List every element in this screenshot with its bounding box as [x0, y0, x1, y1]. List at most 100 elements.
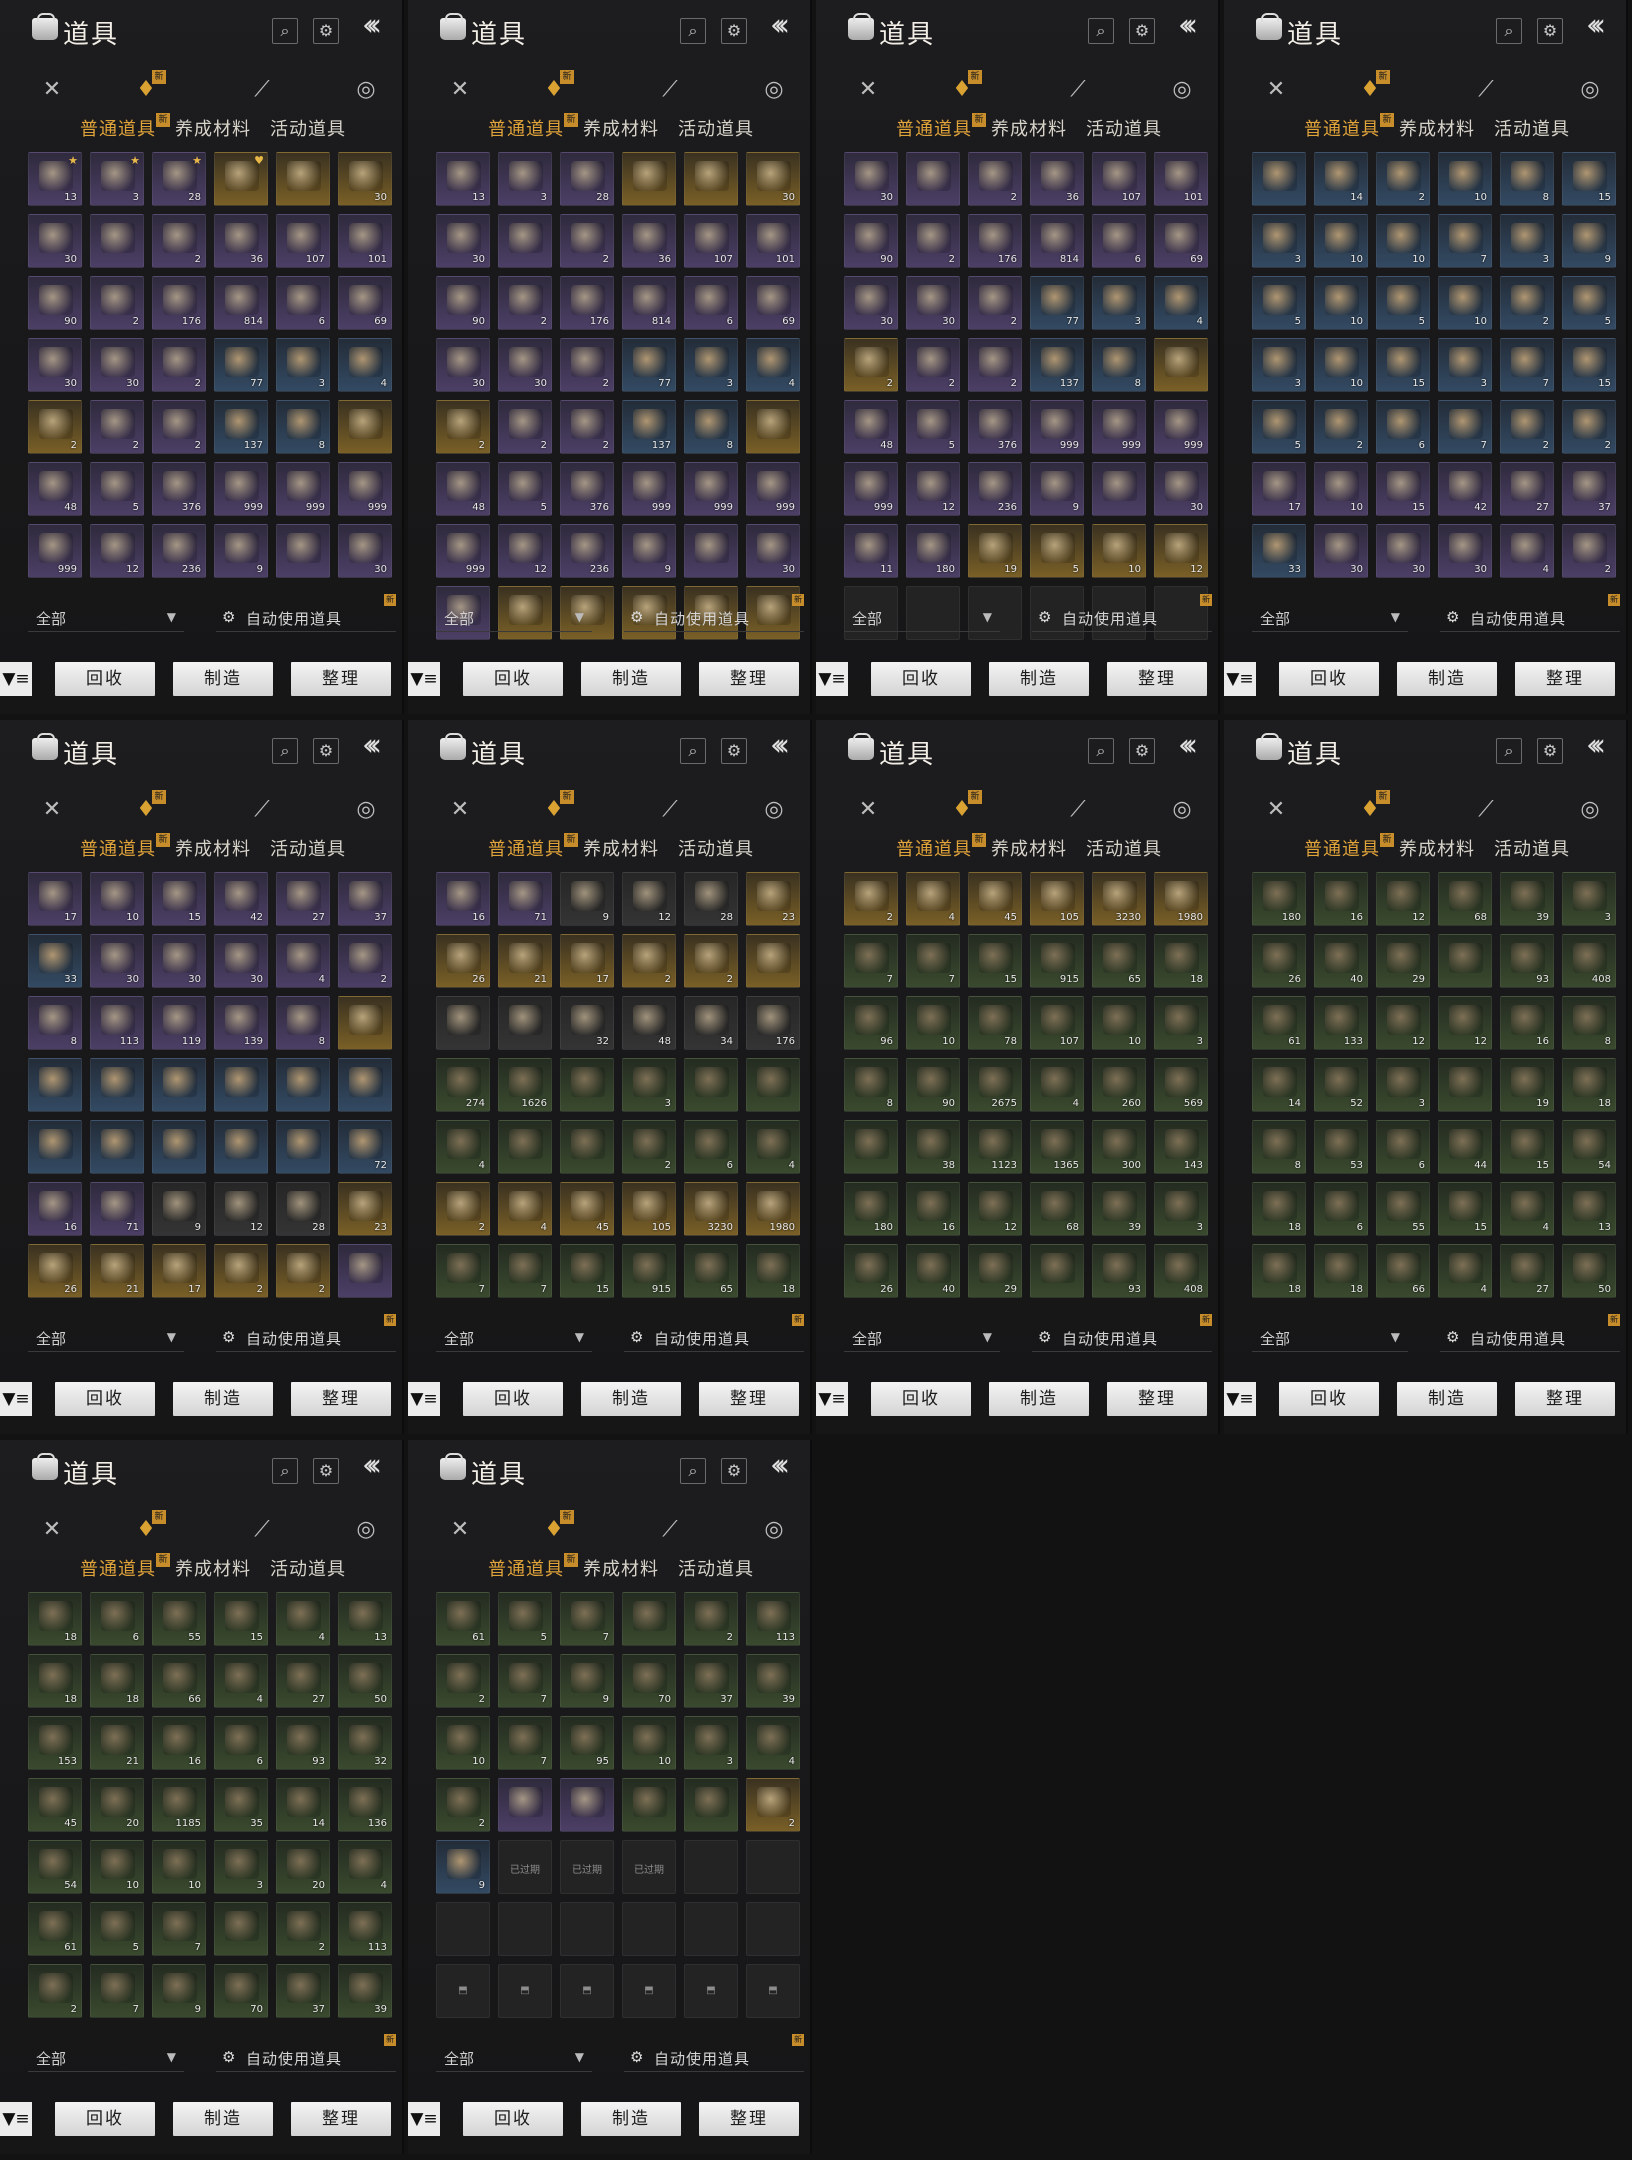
item-slot[interactable]: ⬒	[560, 1964, 614, 2018]
item-slot[interactable]	[498, 1120, 552, 1174]
category-items[interactable]: ♦ 新	[1348, 788, 1392, 832]
item-slot[interactable]: 54	[1562, 1120, 1616, 1174]
item-slot[interactable]: 2	[560, 400, 614, 454]
item-slot[interactable]: 39	[746, 1654, 800, 1708]
item-slot[interactable]: 3	[684, 1716, 738, 1770]
item-slot[interactable]: 12	[214, 1182, 268, 1236]
category-items[interactable]: ♦ 新	[940, 68, 984, 112]
item-slot[interactable]: 107	[684, 214, 738, 268]
item-slot[interactable]	[1030, 1244, 1084, 1298]
item-slot[interactable]: ⬒	[498, 1964, 552, 2018]
item-slot[interactable]: 36	[1030, 152, 1084, 206]
item-slot[interactable]: 6	[1376, 1120, 1430, 1174]
item-slot[interactable]: 300	[1092, 1120, 1146, 1174]
item-slot[interactable]: 915	[1030, 934, 1084, 988]
category-scrolls[interactable]: ⟋	[1464, 68, 1508, 112]
category-items[interactable]: ♦ 新	[940, 788, 984, 832]
item-slot[interactable]: 15	[1562, 338, 1616, 392]
item-slot[interactable]: 6	[1314, 1182, 1368, 1236]
item-slot[interactable]: 1365	[1030, 1120, 1084, 1174]
item-slot[interactable]: 2	[1314, 400, 1368, 454]
category-equipment[interactable]: ✕	[30, 788, 74, 832]
item-slot[interactable]: 15	[214, 1592, 268, 1646]
item-slot[interactable]: 30	[436, 214, 490, 268]
category-equipment[interactable]: ✕	[30, 68, 74, 112]
item-slot[interactable]: 2	[436, 1654, 490, 1708]
category-equipment[interactable]: ✕	[438, 1508, 482, 1552]
item-slot[interactable]: 113	[746, 1592, 800, 1646]
item-slot[interactable]: 30	[498, 338, 552, 392]
item-slot[interactable]: 30	[28, 338, 82, 392]
item-slot[interactable]: 176	[746, 996, 800, 1050]
settings-button[interactable]: ⚙	[1537, 18, 1563, 44]
settings-button[interactable]: ⚙	[1537, 738, 1563, 764]
item-slot[interactable]: 15	[152, 872, 206, 926]
item-slot[interactable]: 2	[1500, 400, 1554, 454]
item-slot[interactable]: 999	[1092, 400, 1146, 454]
item-slot[interactable]: 2	[276, 1902, 330, 1956]
tab-event-items[interactable]: 活动道具	[1086, 115, 1162, 141]
item-slot[interactable]	[746, 1058, 800, 1112]
item-slot[interactable]: 2	[1376, 152, 1430, 206]
item-slot[interactable]: 37	[276, 1964, 330, 2018]
craft-button[interactable]: 制造	[173, 662, 273, 696]
item-slot[interactable]: 69	[338, 276, 392, 330]
item-slot[interactable]	[746, 400, 800, 454]
item-slot[interactable]: 66	[1376, 1244, 1430, 1298]
item-slot[interactable]: 32	[338, 1716, 392, 1770]
category-equipment[interactable]: ✕	[1254, 68, 1298, 112]
back-button[interactable]: ‹‹‹	[770, 728, 790, 763]
sort-button[interactable]: 整理	[1107, 1382, 1207, 1416]
item-slot[interactable]: 26	[1252, 934, 1306, 988]
item-slot[interactable]: 5	[90, 462, 144, 516]
item-slot[interactable]: 2	[436, 1182, 490, 1236]
item-slot[interactable]: 4	[338, 1840, 392, 1894]
item-slot[interactable]: 12	[90, 524, 144, 578]
item-slot[interactable]: 236	[152, 524, 206, 578]
item-slot[interactable]: 3	[1154, 996, 1208, 1050]
item-slot[interactable]: 2	[968, 338, 1022, 392]
item-slot[interactable]: 14	[1314, 152, 1368, 206]
item-slot[interactable]: 569	[1154, 1058, 1208, 1112]
filter-button[interactable]: ▼≡	[1224, 662, 1256, 696]
item-slot[interactable]: 101	[1154, 152, 1208, 206]
item-slot[interactable]: 3	[1252, 214, 1306, 268]
back-button[interactable]: ‹‹‹	[1586, 8, 1606, 43]
search-button[interactable]: ⌕	[1088, 738, 1114, 764]
search-button[interactable]: ⌕	[272, 18, 298, 44]
item-slot[interactable]	[622, 1778, 676, 1832]
item-slot[interactable]: 107	[276, 214, 330, 268]
item-slot[interactable]: 18	[746, 1244, 800, 1298]
item-slot[interactable]	[276, 524, 330, 578]
item-slot[interactable]: 2	[906, 214, 960, 268]
item-slot[interactable]: 45	[968, 872, 1022, 926]
search-button[interactable]: ⌕	[680, 1458, 706, 1484]
item-slot[interactable]: 3230	[684, 1182, 738, 1236]
item-slot[interactable]: 7	[906, 934, 960, 988]
item-slot[interactable]: 999	[276, 462, 330, 516]
category-scrolls[interactable]: ⟋	[648, 788, 692, 832]
category-other[interactable]: ◎	[344, 1508, 388, 1552]
filter-dropdown[interactable]: 全部 ▼	[28, 2042, 184, 2072]
item-slot[interactable]: 2	[968, 152, 1022, 206]
category-equipment[interactable]: ✕	[30, 1508, 74, 1552]
item-slot[interactable]: 93	[1500, 934, 1554, 988]
item-slot[interactable]: 30	[152, 934, 206, 988]
item-slot[interactable]: 3	[684, 338, 738, 392]
item-slot[interactable]: 2	[152, 400, 206, 454]
item-slot[interactable]: 9	[1030, 462, 1084, 516]
item-slot[interactable]	[684, 1902, 738, 1956]
item-slot[interactable]: 7	[1438, 214, 1492, 268]
item-slot[interactable]: 2	[560, 214, 614, 268]
settings-button[interactable]: ⚙	[313, 738, 339, 764]
item-slot[interactable]: 28 ★	[152, 152, 206, 206]
item-slot[interactable]: 999	[214, 462, 268, 516]
tab-growth-materials[interactable]: 养成材料	[583, 1555, 659, 1581]
item-slot[interactable]: 69	[1154, 214, 1208, 268]
item-slot[interactable]: 61	[436, 1592, 490, 1646]
item-slot[interactable]: 1980	[1154, 872, 1208, 926]
craft-button[interactable]: 制造	[1397, 1382, 1497, 1416]
item-slot[interactable]: 2	[684, 934, 738, 988]
item-slot[interactable]	[560, 1902, 614, 1956]
item-slot[interactable]: 4	[436, 1120, 490, 1174]
